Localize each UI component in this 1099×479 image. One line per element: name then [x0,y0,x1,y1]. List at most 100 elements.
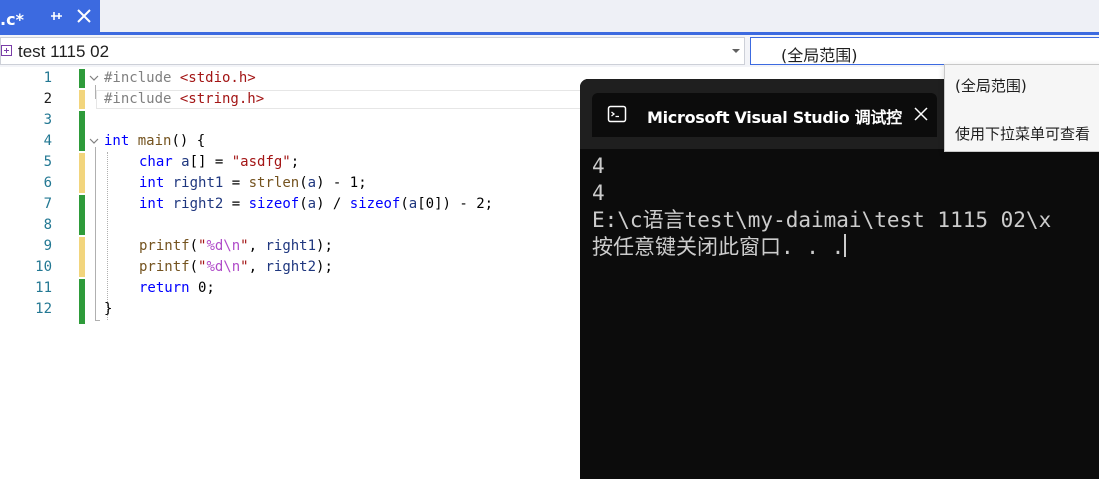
unsaved-change-marker [79,90,85,109]
code-text: ); [316,238,333,254]
code-line: int right2 = sizeof(a) / sizeof(a[0]) - … [139,194,493,215]
preprocessor: #include [104,91,180,107]
line-number: 11 [35,280,52,296]
function-name: strlen [248,175,300,191]
fold-guide [95,147,96,321]
code-line: int main() { [104,131,205,152]
preprocessor: #include [104,70,180,86]
close-icon[interactable] [914,107,928,121]
variable: right2 [164,196,224,212]
line-number: 4 [43,133,52,149]
keyword: return [139,280,190,296]
collapse-icon[interactable] [89,136,99,146]
project-dropdown[interactable]: test 1115 02 [0,37,745,65]
string-literal: "asdfg" [231,154,291,170]
popup-item-global-scope[interactable]: (全局范围) [955,75,1027,96]
keyword: sizeof [248,196,300,212]
console-line: 4 [592,154,605,178]
line-number: 1 [43,70,52,86]
collapse-icon[interactable] [89,73,99,83]
unsaved-change-marker [79,237,85,277]
console-title: Microsoft Visual Studio 调试控 [647,108,902,127]
code-line: #include <stdio.h> [104,68,256,89]
function-name: printf [139,259,190,275]
document-tab[interactable]: 源.c* [0,0,100,32]
fold-guide [95,320,100,321]
include-path: <stdio.h> [179,70,256,86]
console-line: E:\c语言test\my-daimai\test 1115 02\x [592,208,1052,232]
console-prompt-text: 按任意键关闭此窗口. . . [592,235,845,259]
code-text: ; [290,154,300,170]
keyword: int [139,175,165,191]
console-line: 4 [592,181,605,205]
project-name: test 1115 02 [18,42,110,61]
console-app-icon [607,105,627,123]
code-text: ) / [316,196,350,212]
variable: a [307,175,317,191]
format-specifier: %d\n [206,238,241,254]
line-number: 12 [35,301,52,317]
code-line: #include <string.h> [104,89,264,110]
console-output: 4 4 E:\c语言test\my-daimai\test 1115 02\x 按任意… [592,153,1051,261]
variable: right1 [164,175,224,191]
line-number: 9 [43,238,52,254]
scope-dropdown-popup: (全局范围) 使用下拉菜单可查看 [944,64,1099,152]
tab-title: 源.c* [0,10,24,29]
function-name: main [129,133,172,149]
saved-change-marker [79,69,85,88]
pin-icon[interactable] [49,8,63,24]
code-text: [0]) - 2; [417,196,494,212]
code-text: 0; [189,280,215,296]
keyword: sizeof [349,196,401,212]
variable: a [408,196,418,212]
code-text: , [248,259,266,275]
code-text: [] = [189,154,232,170]
variable: right2 [265,259,317,275]
line-number: 6 [43,175,52,191]
navigation-bar: test 1115 02 (全局范围) [0,35,1099,67]
console-tab[interactable]: Microsoft Visual Studio 调试控 [592,93,937,137]
indent-guide [107,152,108,320]
chevron-down-icon[interactable] [732,49,740,53]
keyword: int [104,133,130,149]
code-text: } [104,301,113,317]
line-number: 3 [43,112,52,128]
cpp-project-icon [1,45,12,56]
line-number: 7 [43,196,52,212]
code-line: printf("%d\n", right1); [139,236,333,257]
line-number: 10 [35,259,52,275]
code-line: char a[] = "asdfg"; [139,152,299,173]
close-icon[interactable] [76,8,92,24]
document-tab-strip: 源.c* [0,0,1099,32]
text-cursor [844,234,847,257]
code-text: ( [189,259,199,275]
variable: right1 [265,238,317,254]
scope-dropdown[interactable]: (全局范围) [750,37,1099,65]
line-number: 5 [43,154,52,170]
variable: a [307,196,317,212]
saved-change-marker [79,111,85,151]
line-number: 8 [43,217,52,233]
include-path: <string.h> [179,91,265,107]
string-literal: " [240,259,249,275]
console-line: 按任意键关闭此窗口. . . [592,234,1051,261]
code-text: () { [171,133,206,149]
format-specifier: %d\n [206,259,241,275]
code-text: ( [400,196,409,212]
code-text: ( [189,238,199,254]
code-line: return 0; [139,278,215,299]
code-text: = [223,175,249,191]
saved-change-marker [79,279,85,324]
saved-change-marker [79,195,85,235]
function-name: printf [139,238,190,254]
code-line: int right1 = strlen(a) - 1; [139,173,367,194]
popup-hint-text: 使用下拉菜单可查看 [955,125,1091,143]
unsaved-change-marker [79,153,85,193]
code-text: ( [299,196,308,212]
code-text: ) - 1; [316,175,367,191]
code-line: printf("%d\n", right2); [139,257,333,278]
code-text: ); [316,259,333,275]
code-text: , [248,238,266,254]
keyword: int [139,196,165,212]
line-number: 2 [43,91,52,107]
